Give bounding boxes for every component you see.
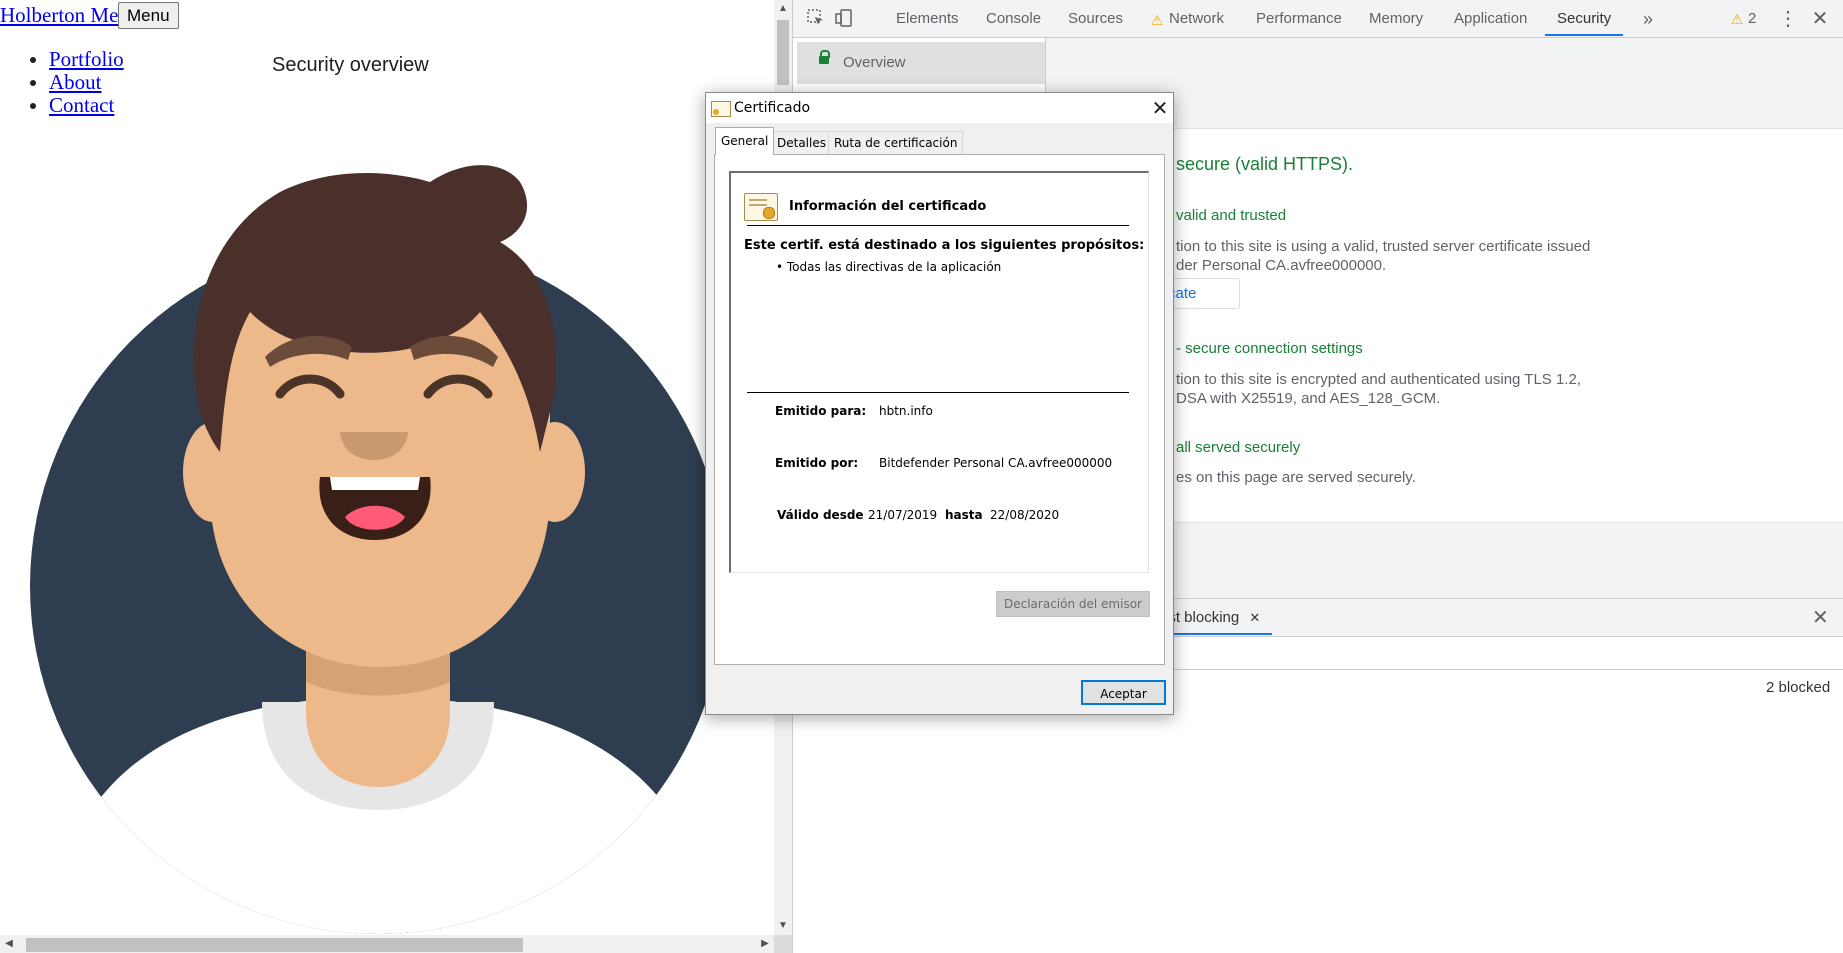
close-icon[interactable]: ✕ <box>1147 94 1173 122</box>
security-overview-title: Security overview <box>272 54 429 76</box>
avatar-illustration <box>30 165 726 934</box>
accept-button[interactable]: Aceptar <box>1081 680 1166 705</box>
certificate-info-title: Información del certificado <box>789 199 987 214</box>
certificate-text-line2: der Personal CA.avfree000000. <box>1176 257 1387 274</box>
nav-item: Contact <box>49 94 124 117</box>
nav-link-about[interactable]: About <box>49 70 102 94</box>
more-tabs-icon[interactable]: » <box>1643 0 1653 36</box>
sidebar-item-overview[interactable]: Overview <box>797 42 1045 84</box>
page-nav: Portfolio About Contact <box>0 48 124 117</box>
issued-to-value: hbtn.info <box>879 404 933 418</box>
sidebar-item-label: Overview <box>843 54 906 71</box>
nav-item: Portfolio <box>49 48 124 71</box>
nav-link-portfolio[interactable]: Portfolio <box>49 47 124 71</box>
nav-link-contact[interactable]: Contact <box>49 93 114 117</box>
kebab-menu-icon[interactable]: ⋮ <box>1777 8 1799 30</box>
close-drawer-icon[interactable]: ✕ <box>1812 605 1829 630</box>
tab-console[interactable]: Console <box>986 0 1041 36</box>
issued-to-label: Emitido para: <box>775 404 867 418</box>
connection-text-line2: DSA with X25519, and AES_128_GCM. <box>1176 390 1441 407</box>
connection-text-line1: tion to this site is encrypted and authe… <box>1176 371 1581 388</box>
security-summary: secure (valid HTTPS). <box>1176 154 1354 174</box>
certificate-heading: valid and trusted <box>1176 207 1287 224</box>
divider <box>747 392 1129 393</box>
brand-link[interactable]: Holberton Me <box>0 3 118 28</box>
resources-text: es on this page are served securely. <box>1176 469 1416 486</box>
issued-by-value: Bitdefender Personal CA.avfree000000 <box>879 456 1113 470</box>
tab-general[interactable]: General <box>715 127 775 155</box>
warning-icon: ⚠ <box>1730 11 1744 27</box>
tab-request-blocking[interactable]: est blocking ✕ <box>1160 598 1273 635</box>
purpose-item: • Todas las directivas de la aplicación <box>776 260 1002 274</box>
lock-icon <box>819 50 830 64</box>
blocked-count: 2 blocked <box>1766 679 1831 696</box>
tab-security[interactable]: Security <box>1545 0 1624 36</box>
scroll-up-arrow-icon[interactable]: ▲ <box>774 0 792 18</box>
avatar-teeth <box>330 477 420 490</box>
vertical-scroll-thumb[interactable] <box>777 20 789 85</box>
tab-details[interactable]: Detalles <box>771 131 832 154</box>
tab-sources[interactable]: Sources <box>1068 0 1123 36</box>
device-toolbar-icon[interactable] <box>833 8 855 30</box>
tab-elements[interactable]: Elements <box>896 0 959 36</box>
horizontal-scroll-thumb[interactable] <box>26 938 523 952</box>
certificate-text-line1: tion to this site is using a valid, trus… <box>1176 238 1591 255</box>
network-warning-icon: ⚠ <box>1150 12 1164 28</box>
scrollbar-corner <box>774 935 792 953</box>
valid-from-label: Válido desde <box>777 508 864 522</box>
dialog-titlebar[interactable]: Certificado ✕ <box>706 93 1173 123</box>
scroll-down-arrow-icon[interactable]: ▼ <box>774 917 792 935</box>
purpose-heading: Este certif. está destinado a los siguie… <box>744 238 1145 253</box>
divider <box>747 225 1129 226</box>
valid-from-value: 21/07/2019 <box>868 508 938 522</box>
devtools-toolbar: Elements Console Sources ⚠ Network Perfo… <box>793 0 1843 38</box>
valid-to-value: 22/08/2020 <box>990 508 1060 522</box>
certificate-dialog: Certificado ✕ General Detalles Ruta de c… <box>705 92 1174 715</box>
nav-item: About <box>49 71 124 94</box>
dialog-title: Certificado <box>734 100 811 116</box>
close-devtools-icon[interactable]: ✕ <box>1809 8 1831 30</box>
resources-heading: all served securely <box>1176 439 1301 456</box>
close-tab-icon[interactable]: ✕ <box>1249 610 1260 625</box>
page-horizontal-scrollbar[interactable]: ◀ ▶ <box>0 935 774 953</box>
issuer-statement-button[interactable]: Declaración del emisor <box>996 591 1150 617</box>
tab-memory[interactable]: Memory <box>1369 0 1423 36</box>
certificate-icon <box>711 101 731 117</box>
valid-to-label: hasta <box>945 508 983 522</box>
issued-by-label: Emitido por: <box>775 456 859 470</box>
scroll-left-arrow-icon[interactable]: ◀ <box>0 935 18 953</box>
menu-button[interactable]: Menu <box>118 2 179 29</box>
tab-network[interactable]: Network <box>1169 0 1224 36</box>
inspect-element-icon[interactable] <box>805 8 827 30</box>
tab-application[interactable]: Application <box>1454 0 1527 36</box>
warning-count[interactable]: 2 <box>1748 0 1756 36</box>
tab-performance[interactable]: Performance <box>1256 0 1342 36</box>
tab-certification-path[interactable]: Ruta de certificación <box>828 131 964 154</box>
connection-heading: - secure connection settings <box>1176 340 1363 357</box>
certificate-info-icon <box>744 193 778 221</box>
scroll-right-arrow-icon[interactable]: ▶ <box>756 935 774 953</box>
web-page: Holberton Me Menu Portfolio About Contac… <box>0 0 774 953</box>
